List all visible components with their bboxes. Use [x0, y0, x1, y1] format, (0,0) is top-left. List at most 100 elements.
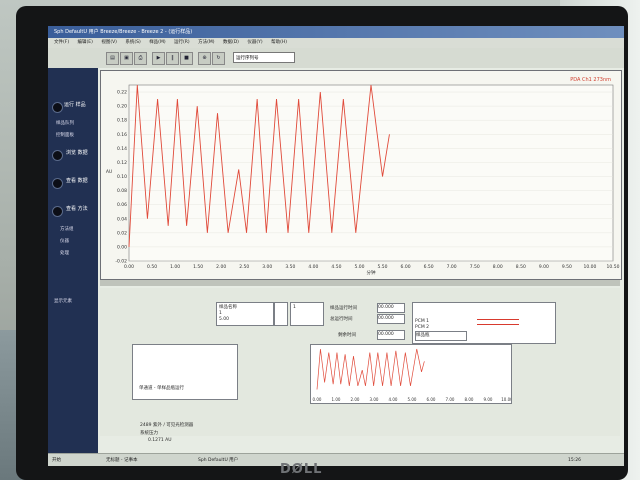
- review-nav-icon: [52, 178, 63, 189]
- taskbar-item-2[interactable]: Sph DefaultU 用户: [198, 454, 238, 466]
- sample-type-value: 1: [293, 305, 296, 310]
- menu-run[interactable]: 运行(R): [174, 40, 190, 45]
- sample-name-label: 样品名称: [219, 305, 237, 310]
- detector-label: 2489 紫外 / 可见光检测器: [140, 423, 194, 428]
- taskbar-item-1[interactable]: 无标题 - 记事本: [106, 454, 137, 466]
- nav-method[interactable]: 查看 方法: [66, 206, 94, 212]
- instrument-summary-box: PCM 1 PCM 2 样品瓶: [412, 302, 556, 344]
- nav-show-all[interactable]: 显示元素: [54, 298, 72, 304]
- menu-data[interactable]: 数据(D): [223, 40, 239, 45]
- start-button[interactable]: 开始: [52, 454, 61, 466]
- x-tick-label: 2.00: [216, 264, 226, 270]
- run-time-value-2: 00.000: [377, 314, 405, 324]
- mini-x-tick: 0.00: [313, 397, 322, 402]
- run-time-label-2: 总运行时间: [330, 317, 353, 322]
- mini-chromatogram: 0.00 1.00 2.00 3.00 4.00 5.00 6.00 7.00 8.00 9.00…: [313, 348, 513, 402]
- play-icon[interactable]: ▶: [152, 52, 165, 65]
- nav-instrument[interactable]: 仪器: [60, 238, 69, 244]
- menu-sample[interactable]: 样品(M): [149, 40, 165, 45]
- zoom-icon[interactable]: ⊕: [198, 52, 211, 65]
- mini-x-tick: 9.00: [484, 397, 493, 402]
- nav-process[interactable]: 处理: [60, 250, 69, 256]
- window-title: Sph DefaultU 用户 Breeze/Breeze - Breeze 2…: [54, 29, 193, 35]
- x-tick-label: 8.00: [493, 264, 503, 270]
- y-tick-label: 0.06: [117, 202, 127, 208]
- menu-bar: 文件(F) 编辑(E) 视图(V) 系统(S) 样品(M) 运行(R) 方法(M…: [48, 38, 624, 48]
- x-tick-label: 4.00: [308, 264, 318, 270]
- menu-edit[interactable]: 编辑(E): [78, 40, 93, 45]
- menu-method[interactable]: 方法(M): [198, 40, 214, 45]
- y-tick-label: 0.16: [117, 132, 127, 138]
- monitor-bezel: Sph DefaultU 用户 Breeze/Breeze - Breeze 2…: [16, 6, 628, 480]
- x-tick-label: 6.50: [424, 264, 434, 270]
- method-nav-icon: [52, 206, 63, 217]
- summary-red-line-2: [477, 324, 519, 325]
- y-tick-label: -0.02: [115, 259, 127, 265]
- clock: 15:26: [568, 458, 581, 463]
- vial-icon-box[interactable]: [274, 302, 288, 326]
- menu-view[interactable]: 视图(V): [101, 40, 117, 45]
- x-tick-label: 5.00: [354, 264, 364, 270]
- run-time-value-3: 00.000: [377, 330, 405, 340]
- pause-icon[interactable]: ‖: [166, 52, 179, 65]
- sample-info-box: 样品名称 1 5.00: [216, 302, 274, 326]
- menu-system[interactable]: 系统(S): [125, 40, 140, 45]
- x-tick-label: 1.50: [193, 264, 203, 270]
- mini-x-tick: 7.00: [446, 397, 455, 402]
- save-icon[interactable]: ▣: [120, 52, 133, 65]
- chromatogram-panel: PDA Ch1 273nm 0.22 0.20 0.18 0.16 0.14 0.12 0.1…: [100, 70, 622, 280]
- refresh-icon[interactable]: ↻: [212, 52, 225, 65]
- y-tick-label: 0.20: [117, 104, 127, 110]
- sample-type-box: 1: [290, 302, 324, 326]
- plot-area: [128, 84, 614, 262]
- x-tick-label: 9.00: [539, 264, 549, 270]
- y-tick-label: 0.22: [117, 90, 127, 96]
- mini-chart-box: 0.00 1.00 2.00 3.00 4.00 5.00 6.00 7.00 8.00 9.00…: [310, 344, 513, 404]
- title-bar: Sph DefaultU 用户 Breeze/Breeze - Breeze 2…: [48, 26, 624, 38]
- y-tick-label: 0.14: [117, 146, 127, 152]
- browse-nav-icon: [52, 150, 63, 161]
- mini-x-tick: 5.00: [408, 397, 417, 402]
- run-nav-icon: [52, 102, 63, 113]
- mini-x-tick: 2.00: [351, 397, 360, 402]
- pcm-b: PCM 2: [415, 325, 430, 330]
- nav-run[interactable]: 运行 样品: [64, 102, 94, 108]
- menu-file[interactable]: 文件(F): [54, 40, 69, 45]
- x-tick-label: 1.00: [170, 264, 180, 270]
- sample-label-field[interactable]: 样品瓶: [415, 331, 467, 341]
- x-tick-label: 3.50: [285, 264, 295, 270]
- menu-help[interactable]: 帮助(H): [271, 40, 287, 45]
- taskbar: 开始 无标题 - 记事本 Sph DefaultU 用户 15:26: [48, 453, 624, 466]
- x-tick-label: 4.50: [331, 264, 341, 270]
- nav-monitor[interactable]: 控制面板: [56, 132, 74, 138]
- summary-red-line: [477, 319, 519, 320]
- x-tick-label: 0.00: [124, 264, 134, 270]
- x-tick-label: 2.50: [239, 264, 249, 270]
- nav-review[interactable]: 查看 数据: [66, 178, 94, 184]
- open-icon[interactable]: ▤: [106, 52, 119, 65]
- x-tick-label: 3.00: [262, 264, 272, 270]
- x-tick-label: 10.00: [584, 264, 597, 270]
- screen: Sph DefaultU 用户 Breeze/Breeze - Breeze 2…: [48, 26, 624, 466]
- nav-sample-set[interactable]: 样品队列: [56, 120, 74, 126]
- x-tick-label: 7.50: [470, 264, 480, 270]
- mini-x-tick: 8.00: [465, 397, 474, 402]
- pressure-label: 系统压力: [140, 431, 158, 436]
- y-tick-label: 0.18: [117, 118, 127, 124]
- panel-splitter[interactable]: [100, 280, 620, 286]
- mini-trace: [316, 348, 425, 390]
- nav-browse[interactable]: 浏览 数据: [66, 150, 94, 156]
- y-tick-label: 0.08: [117, 188, 127, 194]
- x-tick-label: 10.50: [607, 264, 620, 270]
- mini-x-tick: 3.00: [370, 397, 379, 402]
- print-icon[interactable]: ⎙: [134, 52, 147, 65]
- vial-value: 1: [219, 311, 222, 316]
- menu-instrument[interactable]: 仪器(Y): [247, 40, 262, 45]
- pcm-a: PCM 1: [415, 319, 430, 324]
- nav-method-set[interactable]: 方法组: [60, 226, 74, 232]
- x-tick-label: 5.50: [378, 264, 388, 270]
- toolbar: ▤ ▣ ⎙ ▶ ‖ ■ ⊕ ↻ 运行序列号: [48, 48, 624, 68]
- x-tick-label: 0.50: [147, 264, 157, 270]
- run-select[interactable]: 运行序列号: [233, 52, 295, 63]
- stop-icon[interactable]: ■: [180, 52, 193, 65]
